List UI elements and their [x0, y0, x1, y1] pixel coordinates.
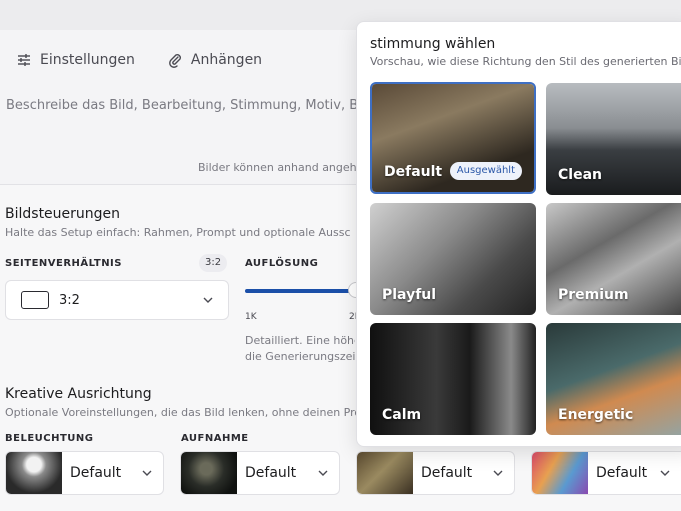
shot-thumbnail [181, 452, 237, 494]
aspect-label: SEITENVERHÄLTNIS [5, 258, 122, 269]
resolution-label: AUFLÖSUNG [245, 258, 319, 269]
attach-button[interactable]: Anhängen [167, 52, 262, 68]
color-value: Default [596, 465, 648, 481]
shot-select[interactable]: Default [180, 451, 340, 495]
creative-subtitle: Optionale Voreinstellungen, die das Bild… [5, 406, 362, 419]
aspect-select[interactable]: 3:2 [5, 280, 229, 320]
lighting-thumbnail [6, 452, 62, 494]
resolution-min: 1K [245, 312, 257, 322]
color-select[interactable]: Default [531, 451, 681, 495]
selected-badge: Ausgewählt [449, 162, 522, 180]
mood-option-default[interactable]: Default Ausgewählt [370, 82, 536, 194]
prompt-toolbar: Einstellungen Anhängen [16, 52, 262, 68]
mood-popover: stimmung wählen Vorschau, wie diese Rich… [356, 21, 681, 447]
attach-label: Anhängen [190, 52, 263, 68]
popover-title: stimmung wählen [370, 36, 496, 52]
resolution-desc-line1: Detailliert. Eine höhe [245, 334, 355, 347]
mood-option-label: Clean [558, 167, 602, 183]
mood-option-label: Calm [382, 407, 422, 423]
aspect-value: 3:2 [59, 292, 80, 308]
aspect-rect-icon [21, 291, 49, 309]
mood-option-label: Energetic [558, 407, 634, 423]
mood-option-playful[interactable]: Playful [370, 203, 536, 315]
shot-label: AUFNAHME [181, 433, 249, 444]
popover-subtitle: Vorschau, wie diese Richtung den Stil de… [370, 55, 681, 68]
mood-select[interactable]: Default [356, 451, 515, 495]
mood-option-label: Default [384, 164, 443, 180]
prompt-input[interactable]: Beschreibe das Bild, Bearbeitung, Stimmu… [6, 98, 366, 113]
lighting-select[interactable]: Default [5, 451, 164, 495]
creative-title: Kreative Ausrichtung [5, 386, 152, 402]
mood-thumbnail [357, 452, 413, 494]
resolution-description: Detailliert. Eine höhe die Generierungsz… [245, 333, 355, 365]
color-thumbnail [532, 452, 588, 494]
resolution-desc-line2: die Generierungszei [245, 350, 355, 363]
mood-option-calm[interactable]: Calm [370, 323, 536, 435]
sliders-icon [18, 54, 30, 66]
chevron-down-icon [142, 470, 152, 476]
controls-subtitle: Halte das Setup einfach: Rahmen, Prompt … [5, 226, 351, 239]
chevron-down-icon [660, 470, 670, 476]
chevron-down-icon [203, 297, 213, 303]
aspect-badge: 3:2 [199, 254, 228, 272]
paperclip-icon [168, 54, 181, 68]
chevron-down-icon [493, 470, 503, 476]
mood-value: Default [421, 465, 473, 481]
lighting-value: Default [70, 465, 122, 481]
settings-button[interactable]: Einstellungen [16, 52, 135, 68]
mood-option-clean[interactable]: Clean [546, 83, 681, 195]
prompt-hint: Bilder können anhand angeh [198, 161, 357, 174]
shot-value: Default [245, 465, 297, 481]
mood-option-premium[interactable]: Premium [546, 203, 681, 315]
lighting-label: BELEUCHTUNG [5, 433, 94, 444]
chevron-down-icon [318, 470, 328, 476]
settings-label: Einstellungen [40, 52, 135, 68]
resolution-slider-track[interactable] [245, 289, 360, 293]
mood-option-label: Premium [558, 287, 629, 303]
mood-option-energetic[interactable]: Energetic [546, 323, 681, 435]
mood-option-label: Playful [382, 287, 437, 303]
controls-title: Bildsteuerungen [5, 206, 121, 222]
